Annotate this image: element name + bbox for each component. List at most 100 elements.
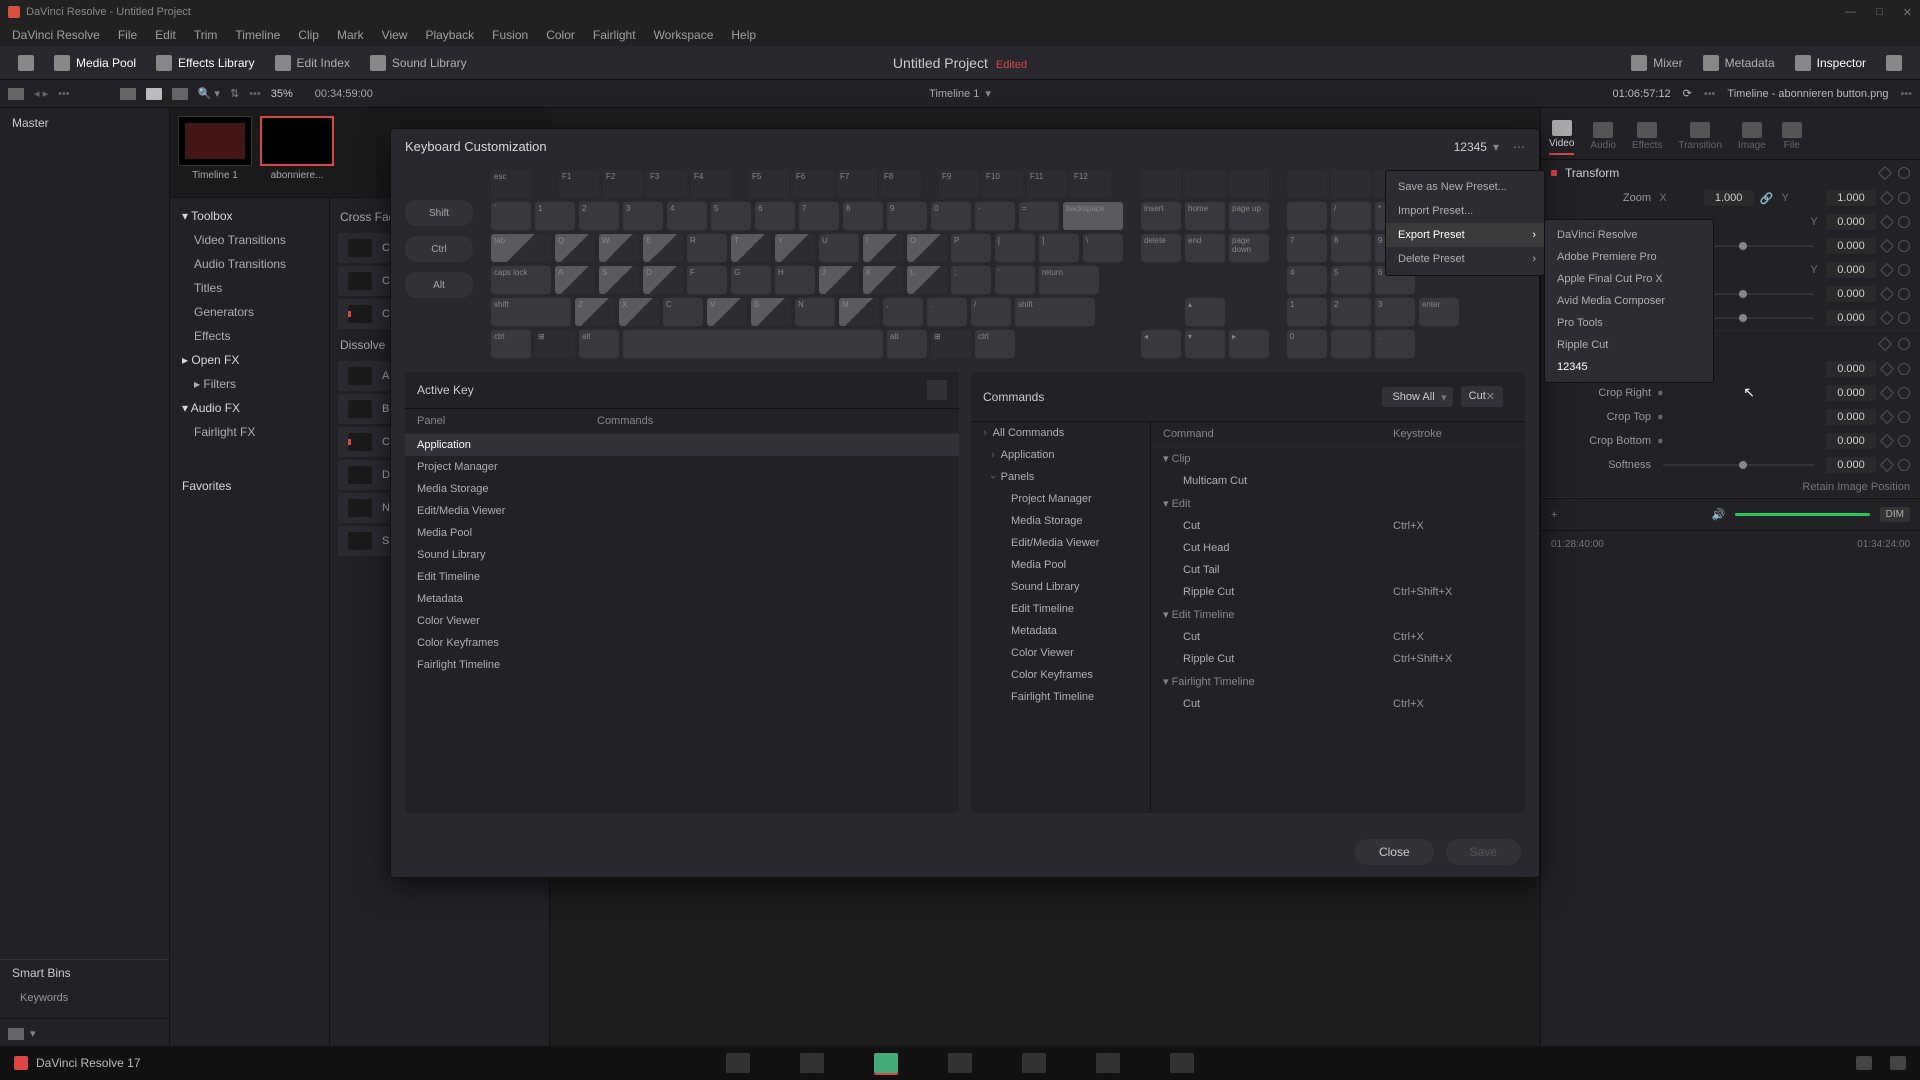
tree-leaf[interactable]: Project Manager xyxy=(971,488,1150,510)
preset-selector[interactable]: 12345 xyxy=(1454,140,1487,154)
reset-icon[interactable] xyxy=(1898,192,1910,204)
show-all-select[interactable]: Show All xyxy=(1382,387,1452,407)
chevron-down-icon[interactable]: ▾ xyxy=(30,1027,36,1040)
save-button[interactable]: Save xyxy=(1446,839,1521,865)
page-cut[interactable] xyxy=(800,1053,824,1073)
result-row[interactable]: Ripple CutCtrl+Shift+X xyxy=(1151,581,1525,603)
key-down[interactable]: ▾ xyxy=(1185,330,1225,358)
titles-node[interactable]: Titles xyxy=(170,276,329,300)
preset-ripplecut[interactable]: Ripple Cut xyxy=(1545,334,1713,356)
menu-file[interactable]: File xyxy=(110,26,145,44)
mixer-button[interactable]: Mixer xyxy=(1621,51,1692,75)
media-pool-button[interactable]: Media Pool xyxy=(44,51,146,75)
chevron-down-icon[interactable] xyxy=(1493,140,1499,154)
panel-row[interactable]: Media Storage xyxy=(405,478,959,500)
fairlightfx-node[interactable]: Fairlight FX xyxy=(170,420,329,444)
zoom-y[interactable]: 1.000 xyxy=(1826,190,1876,206)
home-icon[interactable] xyxy=(1856,1056,1872,1070)
menu-view[interactable]: View xyxy=(374,26,416,44)
preset-12345[interactable]: 12345 xyxy=(1545,356,1713,378)
fullscreen-button[interactable] xyxy=(8,51,44,75)
page-fairlight[interactable] xyxy=(1096,1053,1120,1073)
tab-effects[interactable]: Effects xyxy=(1632,122,1662,155)
metadata-button[interactable]: Metadata xyxy=(1693,51,1785,75)
key-f1[interactable]: F1 xyxy=(559,170,599,198)
tab-audio[interactable]: Audio xyxy=(1590,122,1616,155)
close-button[interactable]: Close xyxy=(1355,839,1434,865)
tree-leaf[interactable]: Edit Timeline xyxy=(971,598,1150,620)
page-fusion[interactable] xyxy=(948,1053,972,1073)
clip-thumb[interactable]: Timeline 1 xyxy=(178,116,252,189)
result-row[interactable]: Ripple CutCtrl+Shift+X xyxy=(1151,648,1525,670)
effects-node[interactable]: Effects xyxy=(170,324,329,348)
menu-trim[interactable]: Trim xyxy=(186,26,226,44)
command-search[interactable]: Cut✕ xyxy=(1461,386,1503,407)
clear-icon[interactable]: ✕ xyxy=(1486,390,1495,403)
preset-protools[interactable]: Pro Tools xyxy=(1545,312,1713,334)
menu-clip[interactable]: Clip xyxy=(290,26,327,44)
tree-leaf[interactable]: Media Storage xyxy=(971,510,1150,532)
panel-row[interactable]: Fairlight Timeline xyxy=(405,654,959,676)
list-view-icon[interactable] xyxy=(120,88,136,100)
preset-avid[interactable]: Avid Media Composer xyxy=(1545,290,1713,312)
add-icon[interactable]: + xyxy=(1551,509,1557,521)
tab-video[interactable]: Video xyxy=(1549,120,1574,155)
delete-preset-item[interactable]: Delete Preset xyxy=(1386,247,1544,271)
panels-node[interactable]: Panels xyxy=(971,466,1150,488)
clip-thumb[interactable]: abonniere... xyxy=(260,116,334,189)
reset-icon[interactable] xyxy=(1898,167,1910,179)
panel-row[interactable]: Color Keyframes xyxy=(405,632,959,654)
options-icon[interactable]: ⋯ xyxy=(1513,140,1525,154)
page-edit[interactable] xyxy=(874,1053,898,1073)
master-bin[interactable]: Master xyxy=(0,108,169,138)
result-group[interactable]: ▾ Clip xyxy=(1151,447,1525,470)
close-icon[interactable]: ✕ xyxy=(1903,6,1912,19)
panel-row[interactable]: Color Viewer xyxy=(405,610,959,632)
tree-leaf[interactable]: Color Keyframes xyxy=(971,664,1150,686)
keyframe-icon[interactable] xyxy=(1880,191,1894,205)
shift-modifier[interactable]: Shift xyxy=(405,200,473,226)
settings-icon[interactable] xyxy=(1890,1056,1906,1070)
preset-davinci[interactable]: DaVinci Resolve xyxy=(1545,224,1713,246)
panel-row[interactable]: Project Manager xyxy=(405,456,959,478)
result-row[interactable]: Cut Tail xyxy=(1151,559,1525,581)
result-row[interactable]: CutCtrl+X xyxy=(1151,693,1525,715)
menu-color[interactable]: Color xyxy=(538,26,583,44)
bin-view-icon[interactable] xyxy=(8,88,24,100)
key-right[interactable]: ▸ xyxy=(1229,330,1269,358)
filters-node[interactable]: ▸ Filters xyxy=(170,372,329,396)
result-group[interactable]: ▾ Edit xyxy=(1151,492,1525,515)
expand-button[interactable] xyxy=(1876,51,1912,75)
generators-node[interactable]: Generators xyxy=(170,300,329,324)
key-space[interactable] xyxy=(623,330,883,358)
panel-view-icon[interactable] xyxy=(8,1028,24,1040)
result-group[interactable]: ▾ Fairlight Timeline xyxy=(1151,670,1525,693)
panel-row[interactable]: Edit/Media Viewer xyxy=(405,500,959,522)
favorites-node[interactable]: Favorites xyxy=(170,474,329,498)
panel-row[interactable]: Media Pool xyxy=(405,522,959,544)
panel-row[interactable]: Application xyxy=(405,434,959,456)
menu-edit[interactable]: Edit xyxy=(147,26,184,44)
menu-playback[interactable]: Playback xyxy=(417,26,482,44)
key-up[interactable]: ▴ xyxy=(1185,298,1225,326)
preset-premiere[interactable]: Adobe Premiere Pro xyxy=(1545,246,1713,268)
zoom-x[interactable]: 1.000 xyxy=(1704,190,1754,206)
sound-library-button[interactable]: Sound Library xyxy=(360,51,477,75)
menu-mark[interactable]: Mark xyxy=(329,26,372,44)
tab-transition[interactable]: Transition xyxy=(1678,122,1722,155)
menu-davinci[interactable]: DaVinci Resolve xyxy=(4,26,108,44)
tree-leaf[interactable]: Media Pool xyxy=(971,554,1150,576)
link-icon[interactable]: 🔗 xyxy=(1760,192,1774,205)
import-preset-item[interactable]: Import Preset... xyxy=(1386,199,1544,223)
menu-fusion[interactable]: Fusion xyxy=(484,26,536,44)
maximize-icon[interactable]: □ xyxy=(1876,6,1883,19)
result-row[interactable]: CutCtrl+X xyxy=(1151,515,1525,537)
speaker-icon[interactable]: 🔊 xyxy=(1712,508,1726,521)
key-esc[interactable]: esc xyxy=(491,170,531,198)
tab-image[interactable]: Image xyxy=(1738,122,1766,155)
export-preset-item[interactable]: Export Preset xyxy=(1386,223,1544,247)
strip-view-icon[interactable] xyxy=(172,88,188,100)
audio-transitions[interactable]: Audio Transitions xyxy=(170,252,329,276)
tree-leaf[interactable]: Sound Library xyxy=(971,576,1150,598)
menu-help[interactable]: Help xyxy=(723,26,764,44)
